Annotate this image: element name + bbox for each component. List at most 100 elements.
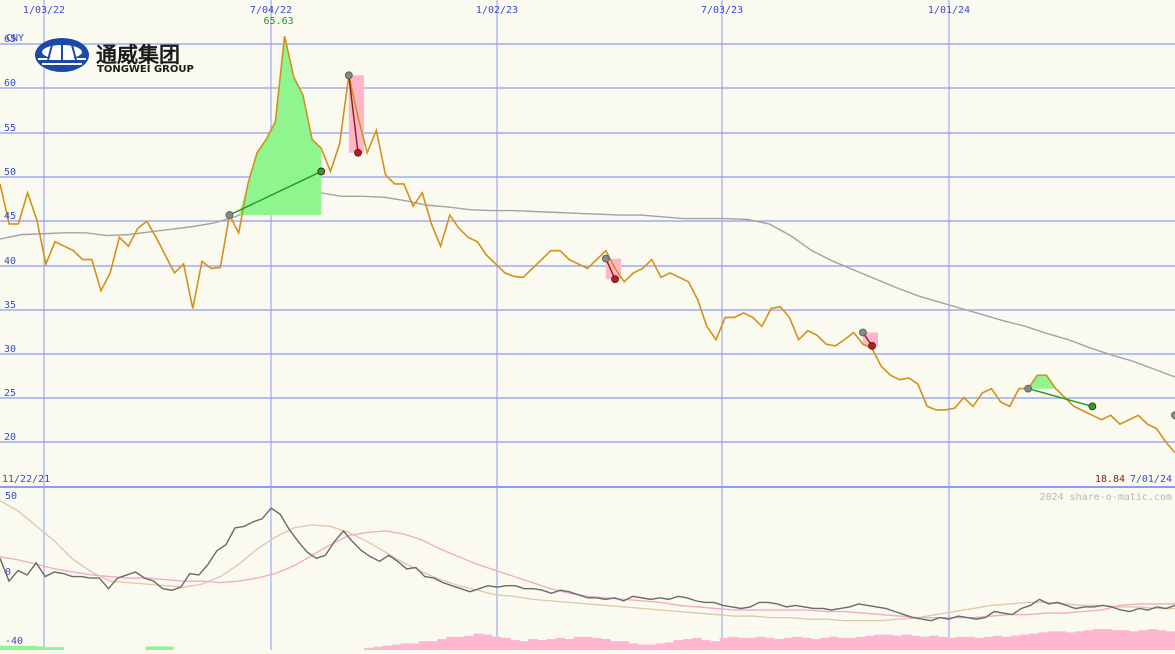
trade-entry-marker-0	[226, 212, 233, 219]
volume-bar-73	[665, 642, 675, 650]
osc-tick-label-50: 50	[5, 491, 17, 502]
volume-bar-43	[392, 645, 402, 651]
volume-bar-91	[829, 637, 839, 650]
volume-bar-55	[501, 638, 511, 650]
trade-entry-marker-2	[602, 255, 609, 262]
last-price-label: 18.84	[1095, 474, 1125, 485]
y-tick-label-60: 60	[4, 78, 16, 89]
volume-bar-61	[556, 638, 566, 650]
volume-bar-81	[738, 638, 748, 650]
y-tick-label-65: 65	[4, 34, 16, 45]
volume-bar-90	[820, 638, 830, 650]
volume-layer	[0, 629, 1175, 650]
peak-price-label: 65.63	[264, 16, 294, 27]
volume-bar-84	[765, 638, 775, 650]
volume-bar-49	[446, 637, 456, 650]
trade-gain-area-0	[229, 36, 321, 215]
volume-bar-56	[510, 640, 520, 650]
y-tick-label-40: 40	[4, 256, 16, 267]
trade-entry-marker-1	[345, 72, 352, 79]
volume-bar-114	[1038, 632, 1048, 650]
volume-bar-112	[1020, 635, 1030, 650]
volume-bar-53	[483, 635, 493, 650]
volume-bar-78	[710, 641, 720, 650]
volume-bar-54	[492, 637, 502, 650]
volume-bar-126	[1148, 629, 1158, 650]
y-tick-label-50: 50	[4, 167, 16, 178]
oscillator-line-tan	[0, 501, 1175, 621]
volume-bar-48	[437, 639, 447, 650]
volume-bar-124	[1129, 631, 1139, 650]
volume-bar-113	[1029, 634, 1039, 651]
volume-bar-76	[692, 638, 702, 650]
volume-bar-125	[1139, 630, 1149, 650]
volume-bar-107	[975, 638, 985, 650]
trade-fill-layer	[229, 36, 1175, 426]
volume-bar-88	[802, 638, 812, 650]
volume-bar-68	[619, 641, 629, 650]
volume-bar-109	[993, 636, 1003, 650]
volume-bar-66	[601, 639, 611, 650]
chart-svg: CNY202530354045505560651/03/227/04/221/0…	[0, 0, 1175, 650]
trade-marker-layer	[226, 72, 1175, 430]
volume-bar-83	[756, 637, 766, 650]
volume-bar-120	[1093, 629, 1103, 650]
trade-entry-marker-5	[1172, 412, 1175, 419]
volume-bar-102	[929, 636, 939, 650]
oscillator-layer	[0, 501, 1175, 621]
volume-bar-115	[1047, 631, 1057, 650]
volume-bar-52	[474, 634, 484, 651]
y-tick-label-55: 55	[4, 123, 16, 134]
volume-bar-103	[938, 637, 948, 650]
volume-bar-60	[547, 639, 557, 650]
volume-bar-92	[838, 638, 848, 650]
volume-bar-121	[1102, 629, 1112, 650]
volume-bar-42	[383, 646, 393, 650]
volume-bar-85	[774, 639, 784, 650]
start-date-label: 11/22/21	[2, 474, 50, 485]
volume-bar-118	[1075, 631, 1085, 650]
volume-bar-95	[865, 636, 875, 650]
x-tick-label-0: 1/03/22	[23, 5, 65, 16]
volume-bar-47	[428, 641, 438, 650]
volume-bar-59	[537, 640, 547, 650]
logo: 通威集团 TONGWEI GROUP	[35, 38, 194, 75]
x-tick-label-3: 7/03/23	[701, 5, 743, 16]
volume-bar-50	[455, 637, 465, 650]
volume-bar-64	[583, 637, 593, 650]
volume-bar-119	[1084, 630, 1094, 650]
volume-bar-127	[1157, 630, 1167, 650]
y-tick-label-25: 25	[4, 388, 16, 399]
volume-bar-105	[956, 637, 966, 650]
volume-bar-75	[683, 639, 693, 650]
volume-bar-80	[729, 637, 739, 650]
volume-bar-79	[720, 638, 730, 650]
volume-bar-117	[1066, 632, 1076, 650]
volume-bar-67	[610, 641, 620, 650]
volume-bar-100	[911, 636, 921, 650]
y-tick-label-30: 30	[4, 344, 16, 355]
trade-gain-area-4	[1028, 375, 1092, 388]
logo-english-text: TONGWEI GROUP	[97, 64, 194, 75]
price-layer	[0, 36, 1175, 453]
trade-entry-marker-3	[859, 329, 866, 336]
price-line	[0, 36, 1175, 453]
volume-bar-51	[465, 636, 475, 650]
volume-bar-122	[1111, 630, 1121, 650]
volume-bar-123	[1120, 630, 1130, 650]
volume-bar-72	[656, 643, 666, 650]
volume-bar-69	[628, 643, 638, 650]
volume-bar-63	[574, 637, 584, 650]
trade-exit-marker-1	[355, 149, 362, 156]
volume-bar-104	[947, 638, 957, 650]
watermark: 2024 share-o-matic.com	[1040, 492, 1172, 503]
volume-bar-96	[874, 635, 884, 650]
volume-bar-111	[1011, 636, 1021, 650]
trade-entry-marker-4	[1025, 385, 1032, 392]
volume-bar-86	[783, 638, 793, 650]
volume-bar-44	[401, 643, 411, 650]
x-tick-label-2: 1/02/23	[476, 5, 518, 16]
volume-bar-94	[856, 637, 866, 650]
y-tick-label-20: 20	[4, 432, 16, 443]
volume-bar-green-18	[164, 647, 174, 651]
